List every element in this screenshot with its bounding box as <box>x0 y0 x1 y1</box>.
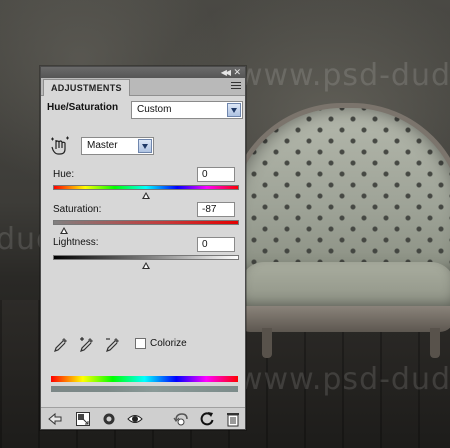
hue-slider-thumb[interactable] <box>142 192 150 199</box>
double-chevron-left-icon[interactable]: ◀◀ <box>221 67 231 78</box>
input-color-bar <box>51 376 238 382</box>
lightness-slider[interactable] <box>53 255 239 260</box>
trash-icon[interactable] <box>225 411 241 427</box>
hue-label: Hue: <box>53 169 75 180</box>
watermark: www.psd-dude <box>238 362 450 397</box>
chevron-down-icon[interactable] <box>138 139 152 153</box>
panel-menu-icon[interactable] <box>231 82 241 91</box>
channel-dropdown[interactable]: Master <box>81 137 154 155</box>
sofa-backrest <box>232 108 450 273</box>
colorize-label: Colorize <box>150 338 187 349</box>
lightness-input[interactable]: 0 <box>197 237 235 252</box>
adjustment-type-label: Hue/Saturation <box>47 102 119 113</box>
panel-title-bar[interactable]: ◀◀ ✕ <box>41 67 245 78</box>
saturation-label: Saturation: <box>53 204 102 215</box>
sofa-leg <box>262 328 272 358</box>
preset-value: Custom <box>137 104 172 115</box>
watermark: www.psd-dude <box>238 58 450 93</box>
sofa-leg <box>430 328 440 358</box>
preset-dropdown[interactable]: Custom <box>131 101 243 119</box>
visibility-eye-icon[interactable] <box>127 411 143 427</box>
eyedropper-minus-icon[interactable] <box>105 336 121 352</box>
expanded-view-icon[interactable] <box>75 411 91 427</box>
hue-slider[interactable] <box>53 185 239 190</box>
hue-input[interactable]: 0 <box>197 167 235 182</box>
sofa-seat <box>240 262 450 310</box>
clip-to-layer-icon[interactable] <box>101 411 117 427</box>
channel-value: Master <box>87 140 118 151</box>
colorize-checkbox[interactable] <box>135 338 146 349</box>
eyedropper-plus-icon[interactable] <box>79 336 95 352</box>
panel-tab-row: ADJUSTMENTS <box>41 78 245 96</box>
output-color-bar <box>51 386 238 392</box>
view-previous-state-icon[interactable] <box>173 411 189 427</box>
chevron-down-icon[interactable] <box>227 103 241 117</box>
reset-icon[interactable] <box>199 411 215 427</box>
saturation-slider[interactable] <box>53 220 239 225</box>
eyedropper-icon[interactable] <box>53 336 69 352</box>
lightness-slider-thumb[interactable] <box>142 262 150 269</box>
adjustments-panel: ◀◀ ✕ ADJUSTMENTS Hue/Saturation Custom M… <box>40 66 246 430</box>
back-arrow-icon[interactable] <box>47 411 63 427</box>
close-icon[interactable]: ✕ <box>233 67 241 78</box>
saturation-input[interactable]: -87 <box>197 202 235 217</box>
lightness-label: Lightness: <box>53 237 99 248</box>
targeted-adjustment-hand-icon[interactable] <box>49 136 71 156</box>
panel-bottom-toolbar <box>41 407 245 429</box>
tab-adjustments[interactable]: ADJUSTMENTS <box>43 79 130 96</box>
saturation-slider-thumb[interactable] <box>60 227 68 234</box>
